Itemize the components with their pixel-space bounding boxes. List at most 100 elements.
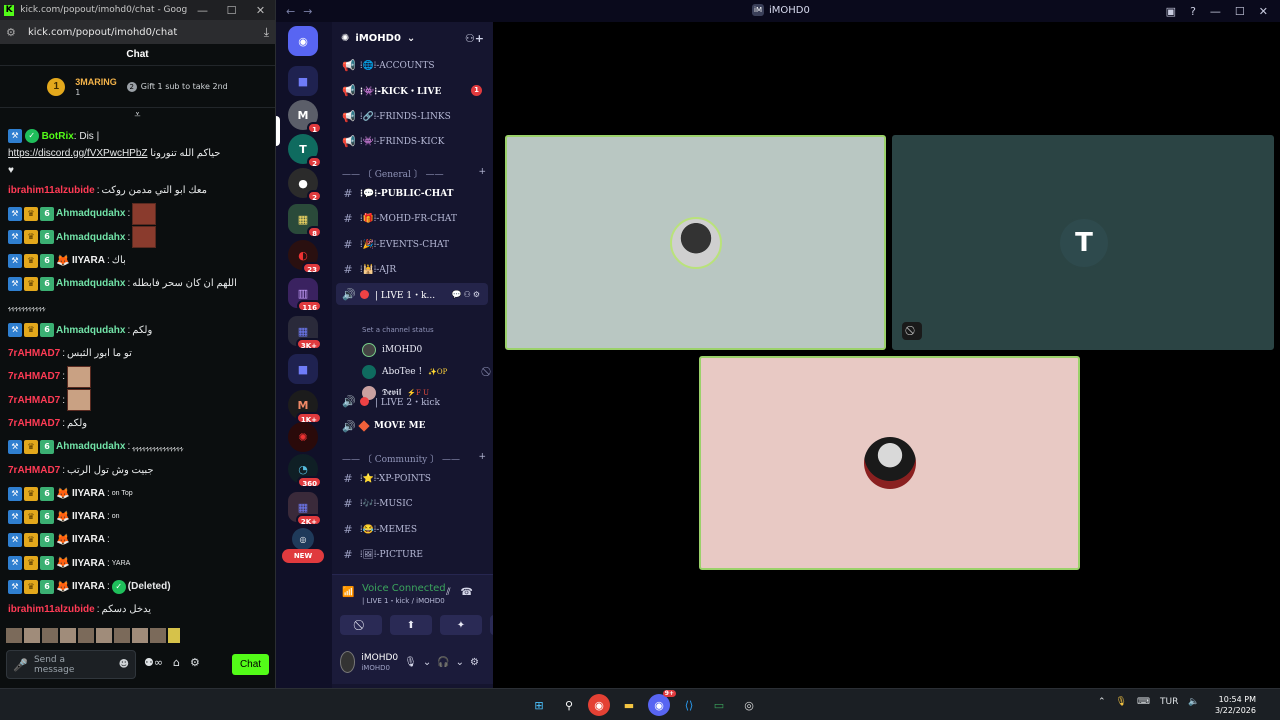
search-icon[interactable]: ⚲ [558,694,580,716]
mic-headset-settings-icons[interactable]: 🎙⌄🎧⌄⚙ [404,657,485,668]
create-channel-icon[interactable]: + [478,167,486,180]
username[interactable]: IIYARA [72,482,105,505]
leader-name[interactable]: 3MARING [75,77,117,88]
category-general[interactable]: —— 〔 General 〕 —— + [342,167,486,180]
username[interactable]: IIYARA [72,552,105,575]
emote-thumb[interactable] [114,628,130,643]
server-folder-icon[interactable]: ■ [288,354,318,384]
server-folder-icon[interactable]: ▥ 116 [288,278,322,312]
chat-input-placeholder[interactable]: Send a message [34,655,104,675]
server-icon[interactable]: M1 [288,100,322,134]
channel-picture[interactable]: # ⁞🖼⁞-PICTURE [336,543,488,565]
noise-and-disconnect-icons[interactable]: ⫽☎ [446,587,483,598]
microphone-tray-icon[interactable]: 🎙 [1116,697,1127,707]
create-channel-icon[interactable]: + [478,452,486,465]
username[interactable]: IIYARA [72,528,105,551]
emote-thumb[interactable] [42,628,58,643]
screen-share-button[interactable]: ⬆ [390,615,432,635]
voice-user[interactable]: iMOHD0 [362,341,488,359]
minimize-button[interactable]: — [188,4,217,17]
emote-thumb[interactable] [60,628,76,643]
voice-channel-live2[interactable]: 🔊 | LIVE 2・kick [336,390,488,412]
discord-home-icon[interactable]: ◉ [288,26,318,56]
username[interactable]: 7rAHMAD7 [8,459,60,482]
avatar[interactable] [340,651,356,673]
username[interactable]: 7rAHMAD7 [8,342,60,365]
chat-input[interactable]: 🎤 Send a message ☻ [6,650,136,679]
file-explorer-icon[interactable]: ▬ [618,694,640,716]
activities-button[interactable]: ✦ [440,615,482,635]
signal-icon[interactable]: 📶 [342,587,354,598]
voice-channel-move-me[interactable]: 🔊 MOVE ME [336,415,488,437]
channel-music[interactable]: # ⁞🎶⁞-MUSIC [336,492,488,514]
minimize-button[interactable]: — [1210,5,1221,18]
keyboard-icon[interactable]: ⌨ [1137,697,1150,707]
microphone-icon[interactable]: 🎤 [13,658,28,672]
username[interactable]: 7rAHMAD7 [8,389,60,412]
clock[interactable]: 10:54 PM 3/22/2026 [1215,694,1256,716]
emote-thumb[interactable] [132,628,148,643]
invite-people-icon[interactable]: ⚇+ [465,32,484,45]
participant-tile[interactable] [505,135,886,350]
channel-public-chat[interactable]: # ⁞💬⁞-PUBLIC-CHAT [336,182,488,204]
emote-thumb[interactable] [168,628,180,643]
server-icon[interactable]: ✺ [288,422,318,452]
channel-tools-icon[interactable]: 💬⚇⚙ [452,290,482,299]
username[interactable]: Ahmadqudahx [56,202,125,225]
discord-icon[interactable]: ◉ 9+ [648,690,676,716]
emote-thumb[interactable] [78,628,94,643]
server-folder-icon[interactable]: ▦ 2K+ [288,492,322,526]
username[interactable]: Ahmadqudahx [56,272,125,295]
server-header[interactable]: ✺ iMOHD0 ⌄ ⚇+ [332,22,493,54]
recent-emotes[interactable] [6,628,180,643]
participant-tile[interactable]: T ⃠ [892,135,1274,350]
username[interactable]: Ahmadqudahx [56,226,125,249]
download-icon[interactable]: ⤓ [264,25,269,40]
username[interactable]: Ahmadqudahx [56,319,125,342]
user-name[interactable]: iMOHD0 [361,653,398,664]
channel-ajr[interactable]: # ⁞🕌⁞-AJR [336,258,488,280]
username[interactable]: IIYARA [72,505,105,528]
settings-icon[interactable]: ⚙ [190,656,200,669]
emote-thumb[interactable] [96,628,112,643]
server-folder-icon[interactable]: ■ [288,66,318,96]
new-badge[interactable]: NEW [282,549,324,563]
username[interactable]: ibrahim11alzubide [8,598,95,621]
channel-status[interactable]: Set a channel status [362,326,434,334]
channel-xp-points[interactable]: # ⁞⭐⁞-XP-POINTS [336,467,488,489]
emote-thumb[interactable] [150,628,166,643]
language-indicator[interactable]: TUR [1160,697,1178,707]
maximize-button[interactable]: ☐ [217,4,246,17]
start-icon[interactable]: ⊞ [528,694,550,716]
channel-events-chat[interactable]: # ⁞🎉⁞-EVENTS-CHAT [336,233,488,255]
username[interactable]: IIYARA [72,249,105,272]
send-chat-button[interactable]: Chat [232,654,269,675]
collapse-pinned-icon[interactable]: ⩡ [0,108,275,124]
kicks-icon[interactable]: ⚉∞ [144,656,163,669]
gift-prompt[interactable]: 2 Gift 1 sub to take 2nd [126,81,228,92]
channel-frinds-kick[interactable]: 📢 ⁞👾⁞-FRINDS-KICK [336,130,488,152]
volume-icon[interactable]: 🔈 [1188,697,1199,707]
username[interactable]: 7rAHMAD7 [8,365,60,388]
category-community[interactable]: —— 〔 Community 〕 —— + [342,452,486,465]
server-icon[interactable]: M 1K+ [288,390,322,424]
nav-arrows-icon[interactable]: ←→ [276,5,320,18]
obs-icon[interactable]: ◎ [738,694,760,716]
username[interactable]: Ahmadqudahx [56,435,125,458]
channel-mohd-fr-chat[interactable]: # ⁞🎁⁞-MOHD-FR-CHAT [336,207,488,229]
username[interactable]: IIYARA [72,575,105,598]
chrome-titlebar[interactable]: K kick.com/popout/imohd0/chat - Google C… [0,0,275,20]
discord-invite-link[interactable]: https://discord.gg/fVXPwcHPbZ [8,148,148,159]
channel-accounts[interactable]: 📢 ⁞🌐⁞-ACCOUNTS [336,54,488,76]
site-info-icon[interactable]: ⚙ [6,26,20,39]
store-icon[interactable]: ⌂ [173,656,180,669]
server-folder-icon[interactable]: ▦ 8 [288,204,322,238]
maximize-button[interactable]: ☐ [1235,5,1245,18]
help-icon[interactable]: ? [1190,5,1196,18]
voice-connected-label[interactable]: Voice Connected [362,583,446,594]
server-icon[interactable]: ◐ 23 [288,240,322,274]
gamepad-icon[interactable]: ▭ [708,694,730,716]
server-icon[interactable]: ● 2 [288,168,322,202]
address-bar[interactable]: ⚙ kick.com/popout/imohd0/chat ⤓ [0,20,275,44]
chrome-icon[interactable]: ◉ [588,694,610,716]
